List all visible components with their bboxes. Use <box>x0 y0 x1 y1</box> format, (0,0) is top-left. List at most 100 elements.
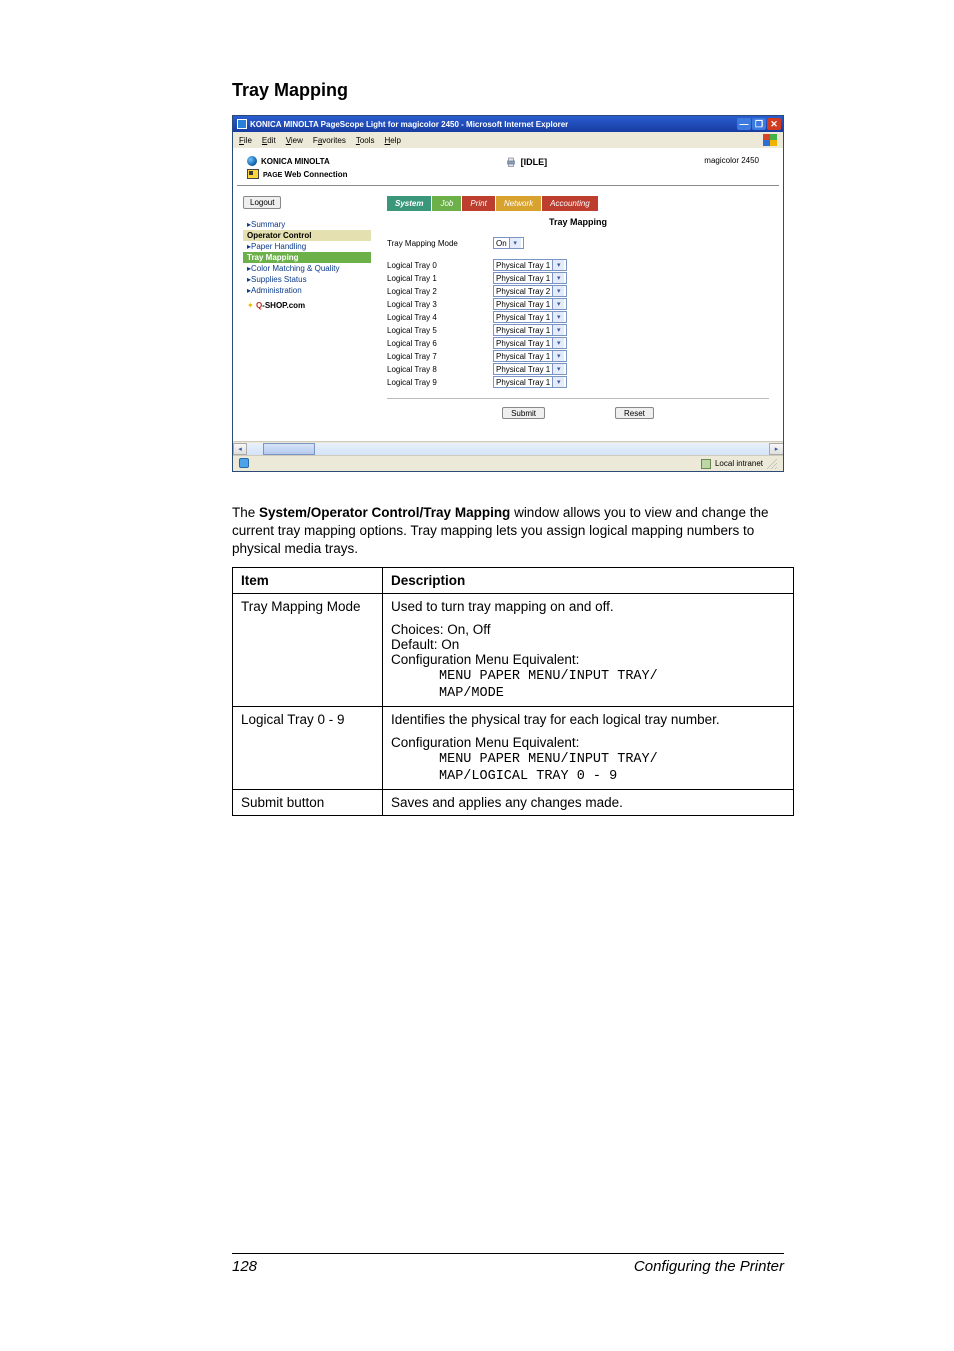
brand-dot-icon <box>247 156 257 166</box>
done-icon <box>239 458 249 468</box>
chevron-down-icon: ▾ <box>552 286 564 296</box>
physical-tray-select[interactable]: Physical Tray 1▾ <box>493 259 567 271</box>
sidebar-item-paper-handling[interactable]: ▸Paper Handling <box>243 241 371 252</box>
logical-tray-row: Logical Tray 0 Physical Tray 1▾ <box>387 259 769 271</box>
printer-model: magicolor 2450 <box>704 156 759 165</box>
sidebar-item-qshop[interactable]: ✦ Q-SHOP.com <box>243 300 371 311</box>
tab-job[interactable]: Job <box>432 196 462 211</box>
maximize-button[interactable]: ❐ <box>752 118 766 130</box>
physical-tray-select[interactable]: Physical Tray 1▾ <box>493 272 567 284</box>
tab-accounting[interactable]: Accounting <box>542 196 599 211</box>
sidebar-item-operator-control[interactable]: Operator Control <box>243 230 371 241</box>
footer-title: Configuring the Printer <box>634 1258 784 1275</box>
logical-tray-row: Logical Tray 1 Physical Tray 1▾ <box>387 272 769 284</box>
browser-menubar: File Edit View Favorites Tools Help <box>233 132 783 148</box>
th-item: Item <box>233 568 383 594</box>
table-row: Tray Mapping Mode Used to turn tray mapp… <box>233 594 794 707</box>
chevron-down-icon: ▾ <box>552 351 564 361</box>
ie-icon <box>237 119 247 129</box>
logical-tray-label: Logical Tray 6 <box>387 339 477 348</box>
submit-button[interactable]: Submit <box>502 407 545 419</box>
chevron-down-icon: ▾ <box>552 299 564 309</box>
logical-tray-row: Logical Tray 3 Physical Tray 1▾ <box>387 298 769 310</box>
physical-tray-select[interactable]: Physical Tray 1▾ <box>493 376 567 388</box>
physical-tray-select[interactable]: Physical Tray 1▾ <box>493 298 567 310</box>
logical-tray-label: Logical Tray 1 <box>387 274 477 283</box>
logical-tray-row: Logical Tray 5 Physical Tray 1▾ <box>387 324 769 336</box>
window-titlebar: KONICA MINOLTA PageScope Light for magic… <box>233 116 783 132</box>
sidebar-item-summary[interactable]: ▸Summary <box>243 219 371 230</box>
minimize-button[interactable]: — <box>737 118 751 130</box>
section-title: Tray Mapping <box>232 80 794 101</box>
chevron-down-icon: ▾ <box>552 325 564 335</box>
logical-tray-label: Logical Tray 9 <box>387 378 477 387</box>
tab-system[interactable]: System <box>387 196 432 211</box>
sidebar-nav: ▸Summary Operator Control ▸Paper Handlin… <box>243 219 371 311</box>
chevron-down-icon: ▾ <box>552 377 564 387</box>
menu-tools[interactable]: Tools <box>356 136 375 145</box>
logical-tray-label: Logical Tray 4 <box>387 313 477 322</box>
sidebar-item-administration[interactable]: ▸Administration <box>243 285 371 296</box>
window-title: KONICA MINOLTA PageScope Light for magic… <box>250 120 568 129</box>
menu-file[interactable]: File <box>239 136 252 145</box>
physical-tray-select[interactable]: Physical Tray 1▾ <box>493 350 567 362</box>
logical-tray-label: Logical Tray 5 <box>387 326 477 335</box>
logical-tray-label: Logical Tray 2 <box>387 287 477 296</box>
menu-view[interactable]: View <box>286 136 303 145</box>
browser-statusbar: Local intranet <box>233 455 783 471</box>
physical-tray-select[interactable]: Physical Tray 1▾ <box>493 363 567 375</box>
printer-status: [IDLE] <box>521 157 548 167</box>
local-intranet-icon <box>701 459 711 469</box>
scroll-thumb[interactable] <box>263 443 315 455</box>
logical-tray-label: Logical Tray 3 <box>387 300 477 309</box>
pagescope-icon <box>247 169 259 179</box>
menu-help[interactable]: Help <box>385 136 401 145</box>
logical-tray-row: Logical Tray 4 Physical Tray 1▾ <box>387 311 769 323</box>
panel-title: Tray Mapping <box>387 217 769 227</box>
windows-logo-icon <box>763 134 777 146</box>
sidebar-item-color-matching[interactable]: ▸Color Matching & Quality <box>243 263 371 274</box>
table-row: Submit button Saves and applies any chan… <box>233 790 794 816</box>
physical-tray-select[interactable]: Physical Tray 1▾ <box>493 337 567 349</box>
logical-tray-row: Logical Tray 8 Physical Tray 1▾ <box>387 363 769 375</box>
browser-window: KONICA MINOLTA PageScope Light for magic… <box>232 115 784 472</box>
logical-tray-row: Logical Tray 6 Physical Tray 1▾ <box>387 337 769 349</box>
logout-button[interactable]: Logout <box>243 196 281 209</box>
logical-tray-row: Logical Tray 7 Physical Tray 1▾ <box>387 350 769 362</box>
horizontal-scrollbar[interactable]: ◂ ▸ <box>233 441 783 455</box>
mode-select[interactable]: On ▾ <box>493 237 524 249</box>
brand-primary: KONICA MINOLTA <box>261 157 330 166</box>
tab-bar: System Job Print Network Accounting <box>387 196 769 211</box>
chevron-down-icon: ▾ <box>509 238 521 248</box>
th-description: Description <box>383 568 794 594</box>
chevron-down-icon: ▾ <box>552 312 564 322</box>
tab-network[interactable]: Network <box>496 196 542 211</box>
close-button[interactable]: ✕ <box>767 118 781 130</box>
physical-tray-select[interactable]: Physical Tray 2▾ <box>493 285 567 297</box>
page-header: KONICA MINOLTA PAGE Web Connection [IDLE… <box>237 152 779 186</box>
reset-button[interactable]: Reset <box>615 407 654 419</box>
sidebar-item-tray-mapping[interactable]: Tray Mapping <box>243 252 371 263</box>
logical-tray-label: Logical Tray 0 <box>387 261 477 270</box>
chevron-down-icon: ▾ <box>552 273 564 283</box>
scroll-right-button[interactable]: ▸ <box>769 443 783 455</box>
physical-tray-select[interactable]: Physical Tray 1▾ <box>493 324 567 336</box>
page-footer: 128 Configuring the Printer <box>232 1253 784 1275</box>
page-number: 128 <box>232 1258 257 1275</box>
chevron-down-icon: ▾ <box>552 260 564 270</box>
table-row: Logical Tray 0 - 9 Identifies the physic… <box>233 707 794 790</box>
star-icon: ✦ <box>247 301 254 310</box>
scroll-left-button[interactable]: ◂ <box>233 443 247 455</box>
description-table: Item Description Tray Mapping Mode Used … <box>232 567 794 816</box>
logical-tray-label: Logical Tray 8 <box>387 365 477 374</box>
sidebar-item-supplies-status[interactable]: ▸Supplies Status <box>243 274 371 285</box>
zone-label: Local intranet <box>715 459 763 468</box>
physical-tray-select[interactable]: Physical Tray 1▾ <box>493 311 567 323</box>
logical-tray-label: Logical Tray 7 <box>387 352 477 361</box>
logical-tray-row: Logical Tray 9 Physical Tray 1▾ <box>387 376 769 388</box>
intro-paragraph: The System/Operator Control/Tray Mapping… <box>232 504 794 557</box>
menu-edit[interactable]: Edit <box>262 136 276 145</box>
resize-grip-icon[interactable] <box>767 459 777 469</box>
tab-print[interactable]: Print <box>462 196 495 211</box>
menu-favorites[interactable]: Favorites <box>313 136 346 145</box>
